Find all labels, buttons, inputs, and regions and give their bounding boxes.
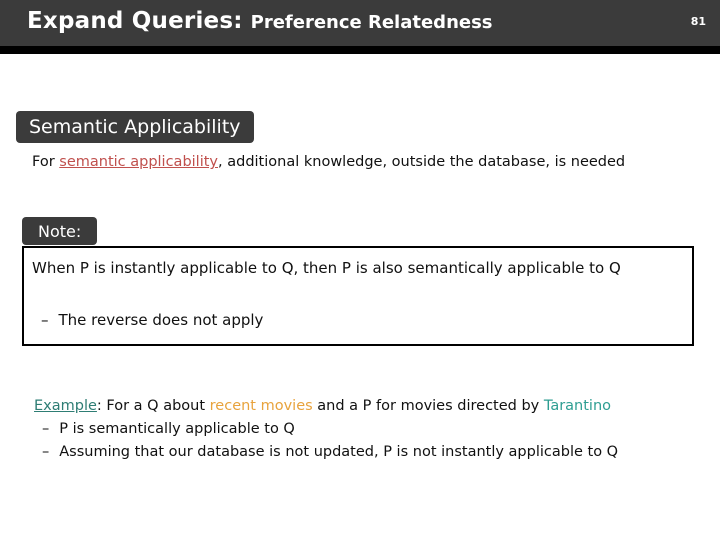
bullet-dash-icon: – bbox=[42, 444, 50, 461]
title-main: Expand Queries: bbox=[27, 8, 243, 34]
example-bullet-text: P is semantically applicable to Q bbox=[59, 421, 295, 438]
section-heading-semantic-label: Semantic Applicability bbox=[29, 116, 241, 138]
list-item: – Assuming that our database is not upda… bbox=[34, 442, 699, 463]
example-highlight-recent-movies: recent movies bbox=[209, 398, 313, 414]
page-title: Expand Queries: Preference Relatedness bbox=[27, 8, 493, 34]
bullet-dash-icon: – bbox=[41, 311, 49, 329]
list-item: – P is semantically applicable to Q bbox=[34, 419, 699, 440]
section-heading-note-label: Note: bbox=[38, 221, 82, 241]
section-heading-note: Note: bbox=[22, 217, 98, 245]
example-label: Example bbox=[34, 398, 97, 414]
example-highlight-tarantino: Tarantino bbox=[543, 398, 612, 414]
section-heading-semantic-applicability: Semantic Applicability bbox=[16, 111, 254, 143]
example-lead-part2: and a P for movies directed by bbox=[312, 398, 544, 414]
bullet-dash-icon: – bbox=[42, 421, 50, 438]
slide-number: 81 bbox=[690, 15, 706, 28]
semantic-text-before: For bbox=[32, 154, 60, 170]
note-bullet-text: The reverse does not apply bbox=[58, 311, 264, 329]
slide: Expand Queries: Preference Relatedness 8… bbox=[0, 0, 720, 540]
semantic-text-after: , additional knowledge, outside the data… bbox=[218, 154, 626, 170]
note-bullet-item: – The reverse does not apply bbox=[41, 311, 661, 329]
semantic-applicability-paragraph: For semantic applicability, additional k… bbox=[32, 152, 692, 173]
example-block: Example: For a Q about recent movies and… bbox=[34, 396, 699, 463]
example-lead-part1: For a Q about bbox=[101, 398, 210, 414]
title-subtitle: Preference Relatedness bbox=[250, 12, 493, 33]
note-statement: When P is instantly applicable to Q, the… bbox=[32, 259, 621, 277]
semantic-applicability-link: semantic applicability bbox=[59, 154, 219, 170]
example-bullet-list: – P is semantically applicable to Q – As… bbox=[34, 419, 699, 463]
example-lead: Example: For a Q about recent movies and… bbox=[34, 396, 699, 417]
example-bullet-text: Assuming that our database is not update… bbox=[59, 444, 619, 461]
header-divider bbox=[0, 46, 720, 54]
